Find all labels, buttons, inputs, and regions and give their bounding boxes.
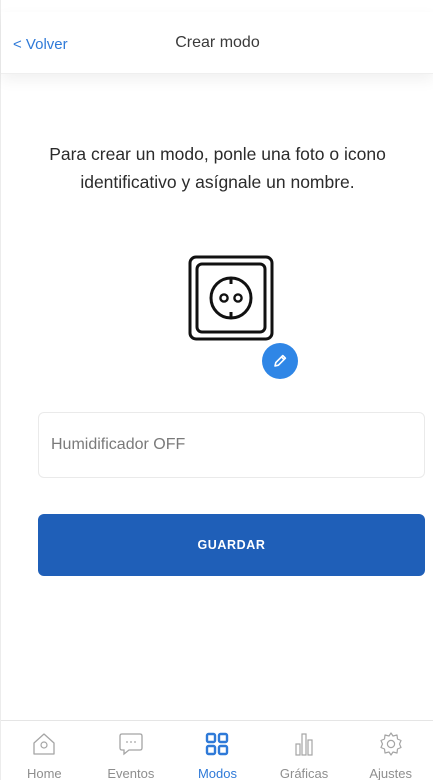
bar-chart-icon xyxy=(295,733,313,756)
tab-label: Ajustes xyxy=(369,766,412,780)
create-mode-screen: < Volver Crear modo Para crear un modo, … xyxy=(0,0,433,780)
tab-label: Gráficas xyxy=(279,766,329,780)
tab-label: Eventos xyxy=(107,766,155,780)
tab-label: Modos xyxy=(197,766,237,780)
power-socket-icon[interactable] xyxy=(188,255,274,341)
grid-icon xyxy=(206,732,229,756)
mode-name-input[interactable] xyxy=(38,412,425,478)
tab-label: Home xyxy=(26,766,62,780)
tab-eventos[interactable]: Eventos xyxy=(88,721,175,780)
chat-bubble-icon xyxy=(119,733,143,756)
tab-modos[interactable]: Modos xyxy=(174,721,261,780)
tab-graficas[interactable]: Gráficas xyxy=(261,721,348,780)
intro-text: Para crear un modo, ponle una foto o ico… xyxy=(49,144,386,192)
header-bar: < Volver Crear modo xyxy=(1,12,433,74)
gear-icon xyxy=(380,732,402,756)
edit-icon-button[interactable] xyxy=(262,343,298,379)
bottom-tab-bar: Home Eventos Modos Gráficas Ajustes xyxy=(1,720,433,780)
home-icon xyxy=(33,733,55,755)
save-button[interactable]: GUARDAR xyxy=(38,514,425,576)
tab-home[interactable]: Home xyxy=(1,721,88,780)
tab-ajustes[interactable]: Ajustes xyxy=(347,721,433,780)
pencil-icon xyxy=(274,354,287,367)
page-title: Crear modo xyxy=(175,34,260,51)
